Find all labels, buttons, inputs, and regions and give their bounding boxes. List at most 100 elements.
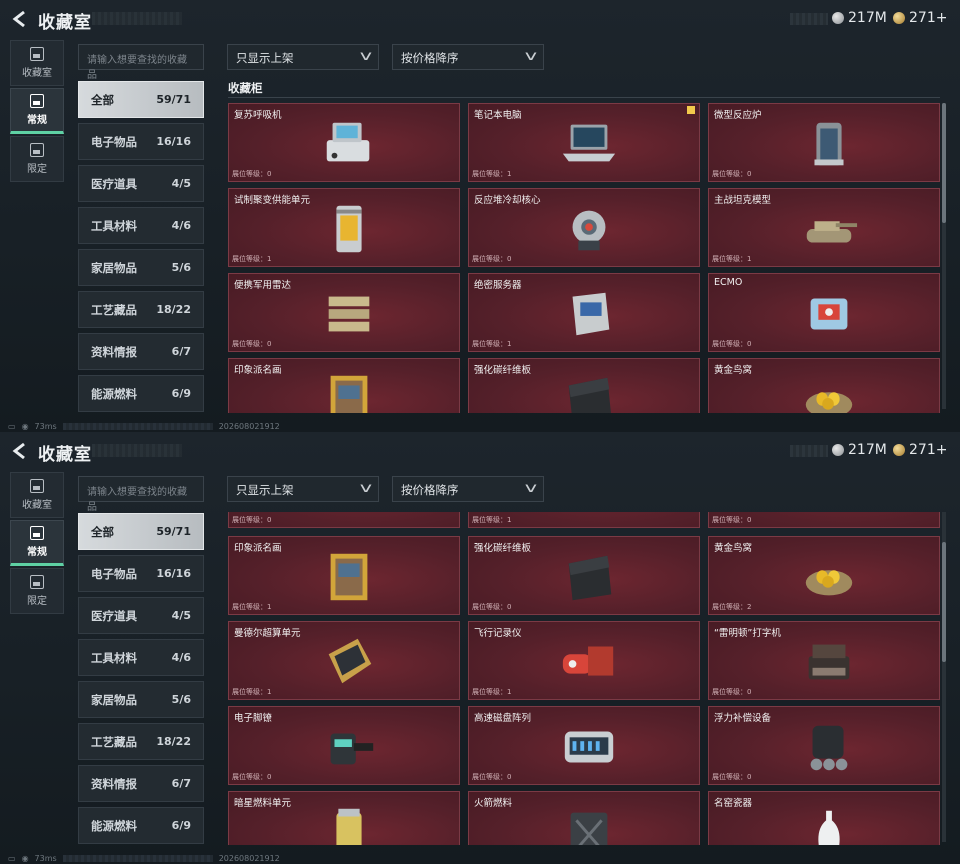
category-label: 工具材料: [91, 650, 137, 665]
category-count: 6/9: [171, 387, 191, 400]
level-label: 展位等级：: [472, 170, 507, 178]
category-medical[interactable]: 医疗道具 4/5: [78, 597, 204, 634]
sort-dropdown[interactable]: 按价格降序 v: [392, 476, 544, 502]
blurred-region: [790, 445, 828, 457]
level-label: 展位等级：: [232, 603, 267, 611]
collection-card[interactable]: 浮力补偿设备 展位等级：0: [708, 706, 940, 785]
collection-card[interactable]: 黄金鸟窝 展位等级：2: [708, 536, 940, 615]
booth-level: 展位等级：1: [472, 339, 511, 349]
collection-card[interactable]: 强化碳纤维板 展位等级：0: [468, 536, 700, 615]
collection-card[interactable]: 飞行记录仪 展位等级：1: [468, 621, 700, 700]
category-crafts[interactable]: 工艺藏品 18/22: [78, 291, 204, 328]
build-code: 20260802​1912: [218, 853, 280, 863]
vault-icon: [30, 47, 44, 61]
golden-nest-icon: [805, 392, 853, 413]
nav-regular[interactable]: 常规: [10, 88, 64, 134]
gold-currency[interactable]: 271+: [893, 442, 947, 458]
category-intel[interactable]: 资料情报 6/7: [78, 333, 204, 370]
booth-level: 展位等级：0: [472, 602, 511, 612]
nav-limited[interactable]: 限定: [10, 136, 64, 182]
collection-card[interactable]: 展位等级：0: [228, 512, 460, 528]
image-icon: [30, 526, 44, 540]
scrollbar-thumb[interactable]: [942, 542, 946, 662]
level-label: 展位等级：: [232, 340, 267, 348]
category-electronics[interactable]: 电子物品 16/16: [78, 123, 204, 160]
level-value: 1: [267, 603, 272, 611]
level-value: 0: [267, 773, 272, 781]
category-intel[interactable]: 资料情报 6/7: [78, 765, 204, 802]
gold-amount: 271+: [909, 442, 948, 458]
category-label: 家居物品: [91, 692, 137, 707]
scrollbar-thumb[interactable]: [942, 103, 946, 223]
collection-card[interactable]: 火箭燃料: [468, 791, 700, 845]
tank-icon: [806, 221, 858, 243]
collection-card[interactable]: 印象派名画: [228, 358, 460, 413]
item-name: 高速磁盘阵列: [474, 713, 532, 724]
golden-nest-icon: [805, 570, 853, 596]
nav-vault[interactable]: 收藏室: [10, 40, 64, 86]
category-tools[interactable]: 工具材料 4/6: [78, 639, 204, 676]
category-label: 资料情报: [91, 344, 137, 359]
back-arrow-icon[interactable]: [10, 9, 30, 29]
collection-card[interactable]: 黄金鸟窝: [708, 358, 940, 413]
collection-card[interactable]: 便携军用雷达 展位等级：0: [228, 273, 460, 352]
silver-coin-icon: [832, 12, 844, 24]
category-electronics[interactable]: 电子物品 16/16: [78, 555, 204, 592]
collection-card[interactable]: 名窑瓷器: [708, 791, 940, 845]
nav-vault[interactable]: 收藏室: [10, 472, 64, 518]
collection-card[interactable]: 印象派名画 展位等级：1: [228, 536, 460, 615]
ecmo-icon: [810, 298, 848, 330]
scrollbar[interactable]: [942, 512, 946, 842]
collection-card[interactable]: 主战坦克模型 展位等级：1: [708, 188, 940, 267]
search-input[interactable]: 请输入想要查找的收藏品: [78, 476, 204, 513]
category-household[interactable]: 家居物品 5/6: [78, 681, 204, 718]
nav-regular[interactable]: 常规: [10, 520, 64, 566]
level-label: 展位等级：: [712, 773, 747, 781]
filter-dropdown[interactable]: 只显示上架 v: [227, 44, 379, 70]
category-household[interactable]: 家居物品 5/6: [78, 249, 204, 286]
silver-currency: 217M: [832, 10, 887, 26]
collection-card[interactable]: 微型反应炉 展位等级：0: [708, 103, 940, 182]
level-label: 展位等级：: [472, 773, 507, 781]
collection-card[interactable]: ECMO 展位等级：0: [708, 273, 940, 352]
back-arrow-icon[interactable]: [10, 441, 30, 461]
collection-card[interactable]: 反应堆冷却核心 展位等级：0: [468, 188, 700, 267]
nav-limited[interactable]: 限定: [10, 568, 64, 614]
collection-card[interactable]: 复苏呼吸机 展位等级：0: [228, 103, 460, 182]
category-crafts[interactable]: 工艺藏品 18/22: [78, 723, 204, 760]
category-energy[interactable]: 能源燃料 6/9: [78, 807, 204, 844]
category-medical[interactable]: 医疗道具 4/5: [78, 165, 204, 202]
category-energy[interactable]: 能源燃料 6/9: [78, 375, 204, 412]
collection-card[interactable]: 展位等级：0: [708, 512, 940, 528]
category-tools[interactable]: 工具材料 4/6: [78, 207, 204, 244]
filter-dropdown[interactable]: 只显示上架 v: [227, 476, 379, 502]
category-all[interactable]: 全部 59/71: [78, 513, 204, 550]
collection-card[interactable]: 电子脚镣 展位等级：0: [228, 706, 460, 785]
gold-currency[interactable]: 271+: [893, 10, 947, 26]
level-value: 0: [747, 170, 752, 178]
level-label: 展位等级：: [712, 603, 747, 611]
sort-dropdown[interactable]: 按价格降序 v: [392, 44, 544, 70]
item-name: 复苏呼吸机: [234, 110, 282, 121]
collection-card[interactable]: 笔记本电脑 展位等级：1: [468, 103, 700, 182]
scrollbar[interactable]: [942, 103, 946, 409]
gold-amount: 271+: [909, 10, 948, 26]
collection-card[interactable]: 高速磁盘阵列 展位等级：0: [468, 706, 700, 785]
level-label: 展位等级：: [232, 255, 267, 263]
level-label: 展位等级：: [712, 170, 747, 178]
collection-card[interactable]: 展位等级：1: [468, 512, 700, 528]
collection-card[interactable]: 曼德尔超算单元 展位等级：1: [228, 621, 460, 700]
battery-icon: ▭: [8, 421, 16, 431]
collection-card[interactable]: “雷明顿”打字机 展位等级：0: [708, 621, 940, 700]
coolant-core-icon: [572, 210, 606, 251]
collection-card[interactable]: 强化碳纤维板: [468, 358, 700, 413]
collection-card[interactable]: 绝密服务器 展位等级：1: [468, 273, 700, 352]
collection-card[interactable]: 暗星燃料单元: [228, 791, 460, 845]
category-all[interactable]: 全部 59/71: [78, 81, 204, 118]
top-bar: 收藏室 217M 271+: [0, 432, 960, 470]
collection-card[interactable]: 试制聚变供能单元 展位等级：1: [228, 188, 460, 267]
silver-amount: 217M: [848, 10, 887, 26]
search-input[interactable]: 请输入想要查找的收藏品: [78, 44, 204, 81]
category-label: 资料情报: [91, 776, 137, 791]
level-label: 展位等级：: [472, 255, 507, 263]
